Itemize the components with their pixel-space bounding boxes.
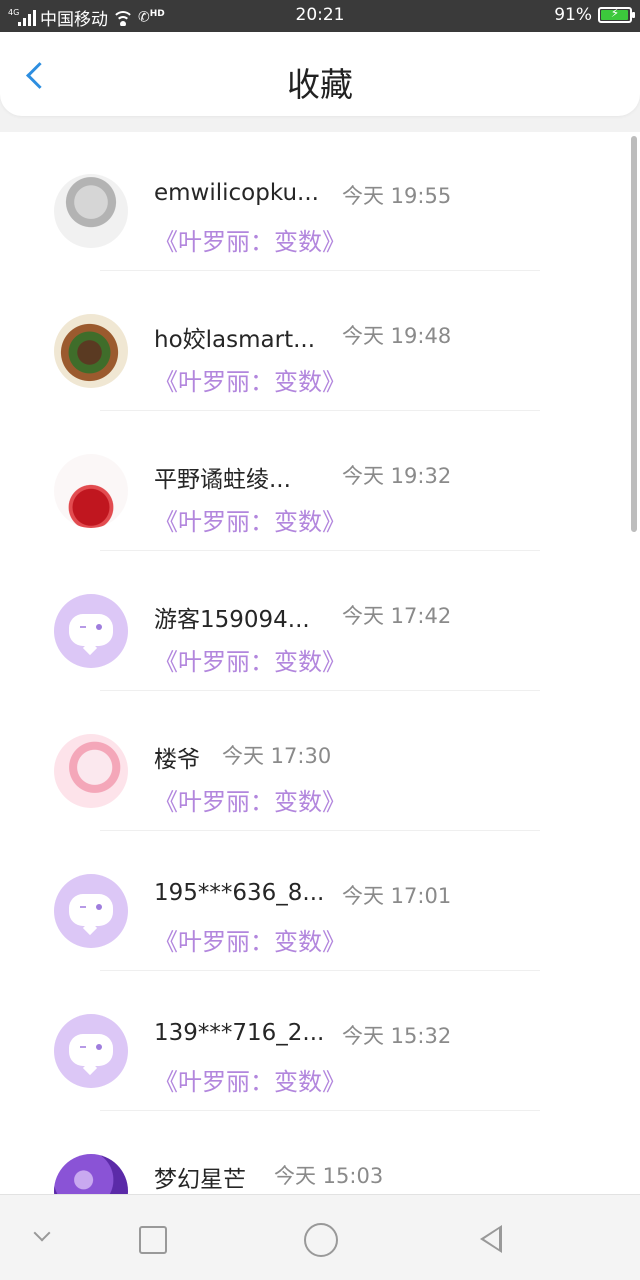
avatar[interactable] <box>54 1154 128 1194</box>
work-title: 《叶罗丽：变数》 <box>154 368 346 396</box>
list-item[interactable]: emwilicopku... 今天 19:55 《叶罗丽：变数》 <box>0 132 640 272</box>
collapse-icon[interactable] <box>20 1217 64 1261</box>
avatar[interactable] <box>54 734 128 808</box>
avatar[interactable] <box>54 874 128 948</box>
status-right: 91% ⚡ <box>554 5 635 25</box>
username: 楼爷 <box>154 747 200 773</box>
avatar[interactable] <box>54 594 128 668</box>
favorites-list[interactable]: emwilicopku... 今天 19:55 《叶罗丽：变数》 ho姣lasm… <box>0 132 640 1194</box>
divider <box>100 410 540 411</box>
avatar[interactable] <box>54 454 128 528</box>
list-item[interactable]: 游客159094... 今天 17:42 《叶罗丽：变数》 <box>0 552 640 692</box>
list-item[interactable]: 梦幻星芒 今天 15:03 <box>0 1112 640 1194</box>
battery-icon: ⚡ <box>598 6 635 23</box>
work-title: 《叶罗丽：变数》 <box>154 508 346 536</box>
battery-percent: 91% <box>554 5 592 25</box>
username: 平野谲蛀绫... <box>154 467 291 493</box>
timestamp: 今天 19:32 <box>342 464 452 488</box>
work-title: 《叶罗丽：变数》 <box>154 648 346 676</box>
clock: 20:21 <box>295 5 345 25</box>
timestamp: 今天 17:30 <box>222 744 332 768</box>
divider <box>100 970 540 971</box>
timestamp: 今天 17:42 <box>342 604 452 628</box>
avatar[interactable] <box>54 314 128 388</box>
divider <box>100 1110 540 1111</box>
work-title: 《叶罗丽：变数》 <box>154 228 346 256</box>
home-icon[interactable] <box>298 1217 342 1261</box>
avatar[interactable] <box>54 1014 128 1088</box>
timestamp: 今天 19:48 <box>342 324 452 348</box>
chat-bubble-icon <box>69 614 113 646</box>
list-item[interactable]: 139***716_2... 今天 15:32 《叶罗丽：变数》 <box>0 972 640 1112</box>
page-title: 收藏 <box>287 65 353 104</box>
divider <box>100 550 540 551</box>
divider <box>100 270 540 271</box>
divider <box>100 690 540 691</box>
username: ho姣lasmart... <box>154 327 316 353</box>
status-bar: 4G 中国移动 ✆HD 20:21 91% ⚡ <box>0 0 640 32</box>
work-title: 《叶罗丽：变数》 <box>154 928 346 956</box>
work-title: 《叶罗丽：变数》 <box>154 1068 346 1096</box>
header: 收藏 <box>0 32 640 116</box>
system-nav-bar <box>0 1194 640 1280</box>
list-item[interactable]: 平野谲蛀绫... 今天 19:32 《叶罗丽：变数》 <box>0 412 640 552</box>
timestamp: 今天 17:01 <box>342 884 452 908</box>
avatar[interactable] <box>54 174 128 248</box>
recent-apps-icon[interactable] <box>129 1217 173 1261</box>
list-item[interactable]: 楼爷 今天 17:30 《叶罗丽：变数》 <box>0 692 640 832</box>
timestamp: 今天 15:32 <box>342 1024 452 1048</box>
timestamp: 今天 15:03 <box>274 1164 384 1188</box>
chat-bubble-icon <box>69 1034 113 1066</box>
list-item[interactable]: ho姣lasmart... 今天 19:48 《叶罗丽：变数》 <box>0 272 640 412</box>
work-title: 《叶罗丽：变数》 <box>154 788 346 816</box>
username: 139***716_2... <box>154 1020 325 1046</box>
chat-bubble-icon <box>69 894 113 926</box>
back-icon[interactable] <box>470 1217 514 1261</box>
username: 梦幻星芒 <box>154 1167 246 1193</box>
timestamp: 今天 19:55 <box>342 184 452 208</box>
username: 游客159094... <box>154 607 310 633</box>
list-item[interactable]: 195***636_8... 今天 17:01 《叶罗丽：变数》 <box>0 832 640 972</box>
username: emwilicopku... <box>154 180 319 206</box>
username: 195***636_8... <box>154 880 325 906</box>
divider <box>100 830 540 831</box>
